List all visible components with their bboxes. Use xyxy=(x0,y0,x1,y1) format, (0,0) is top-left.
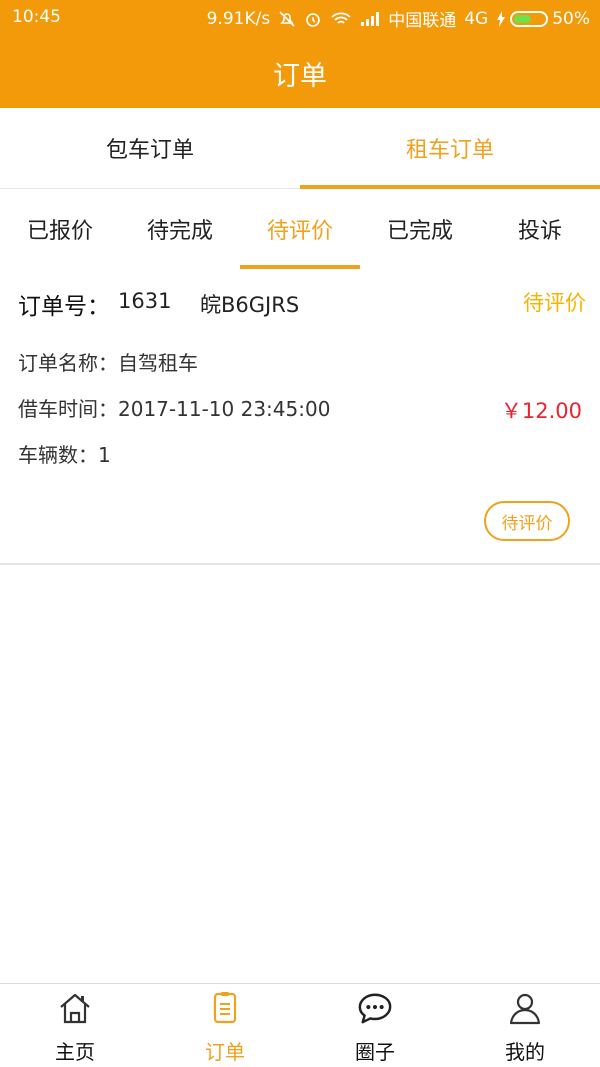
bottom-nav: 主页 订单 圈子 我的 xyxy=(0,983,600,1067)
tab-complaints[interactable]: 投诉 xyxy=(480,189,600,269)
nav-orders[interactable]: 订单 xyxy=(150,984,300,1067)
order-status: 待评价 xyxy=(523,291,586,315)
battery-indicator: 50% xyxy=(496,9,590,29)
nav-profile-label: 我的 xyxy=(505,1040,545,1064)
order-name: 自驾租车 xyxy=(118,351,198,375)
order-status-tabs: 已报价 待完成 待评价 已完成 投诉 xyxy=(0,189,600,269)
carrier-name: 中国联通 xyxy=(388,11,457,31)
mute-icon xyxy=(278,10,296,28)
order-card[interactable]: 订单号： 1631 皖B6GJRS 待评价 订单名称：自驾租车 借车时间：201… xyxy=(0,269,600,565)
battery-icon xyxy=(510,10,549,27)
rental-time: 2017-11-10 23:45:00 xyxy=(118,397,331,421)
license-plate: 皖B6GJRS xyxy=(200,293,300,317)
rental-time-label: 借车时间： xyxy=(18,397,118,421)
status-time: 10:45 xyxy=(12,7,61,27)
nav-circle-label: 圈子 xyxy=(355,1040,395,1064)
vehicle-count: 1 xyxy=(98,443,111,467)
net-speed: 9.91K/s xyxy=(206,8,271,29)
nav-profile[interactable]: 我的 xyxy=(450,984,600,1067)
tab-pending-review[interactable]: 待评价 xyxy=(240,189,360,269)
nav-home[interactable]: 主页 xyxy=(0,984,150,1067)
alarm-icon xyxy=(304,10,322,28)
app-header: 10:45 9.91K/s 中国联通 4G 50% 订单 xyxy=(0,0,600,108)
signal-icon xyxy=(360,11,380,27)
nav-orders-label: 订单 xyxy=(205,1040,245,1064)
wifi-icon xyxy=(330,11,352,27)
network-type: 4G xyxy=(464,8,489,29)
chat-bubble-icon xyxy=(357,990,393,1026)
order-number-label: 订单号： xyxy=(18,294,110,320)
status-right: 9.91K/s 中国联通 4G 50% xyxy=(206,6,590,32)
nav-home-label: 主页 xyxy=(55,1040,95,1064)
tab-rental-orders[interactable]: 租车订单 xyxy=(300,108,600,189)
vehicle-count-row: 车辆数：1 xyxy=(18,439,111,468)
tab-pending-completion[interactable]: 待完成 xyxy=(120,189,240,269)
order-name-label: 订单名称： xyxy=(18,351,118,375)
page-title: 订单 xyxy=(273,61,327,92)
review-button[interactable]: 待评价 xyxy=(484,501,570,541)
order-type-tabs: 包车订单 租车订单 xyxy=(0,108,600,189)
user-icon xyxy=(507,990,543,1026)
order-name-row: 订单名称：自驾租车 xyxy=(18,347,198,376)
order-price: ￥12.00 xyxy=(500,399,582,423)
order-header-row: 订单号： 1631 皖B6GJRS 待评价 xyxy=(18,287,586,320)
order-number: 1631 xyxy=(118,289,172,313)
vehicle-count-label: 车辆数： xyxy=(18,443,98,467)
status-bar: 10:45 9.91K/s 中国联通 4G 50% xyxy=(0,0,600,34)
home-icon xyxy=(57,990,93,1026)
tab-quoted[interactable]: 已报价 xyxy=(0,189,120,269)
clipboard-icon xyxy=(207,990,243,1026)
tab-completed[interactable]: 已完成 xyxy=(360,189,480,269)
charging-icon xyxy=(496,10,506,27)
tab-charter-orders[interactable]: 包车订单 xyxy=(0,108,300,188)
nav-circle[interactable]: 圈子 xyxy=(300,984,450,1067)
battery-level: 50% xyxy=(552,8,590,29)
rental-time-row: 借车时间：2017-11-10 23:45:00 xyxy=(18,393,330,422)
